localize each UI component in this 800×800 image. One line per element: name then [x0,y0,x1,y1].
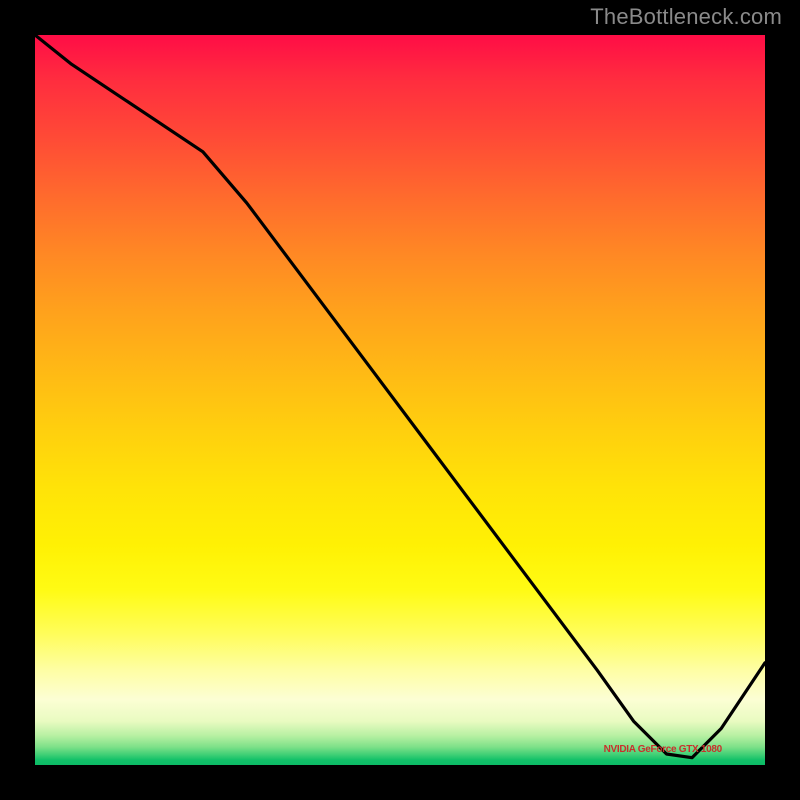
line-series-svg [35,35,765,765]
watermark-label: TheBottleneck.com [590,4,782,30]
chart-frame: TheBottleneck.com NVIDIA GeForce GTX 108… [0,0,800,800]
plot-area: NVIDIA GeForce GTX 1080 [35,35,765,765]
gpu-annotation: NVIDIA GeForce GTX 1080 [604,744,722,755]
bottleneck-curve-path [35,35,765,758]
